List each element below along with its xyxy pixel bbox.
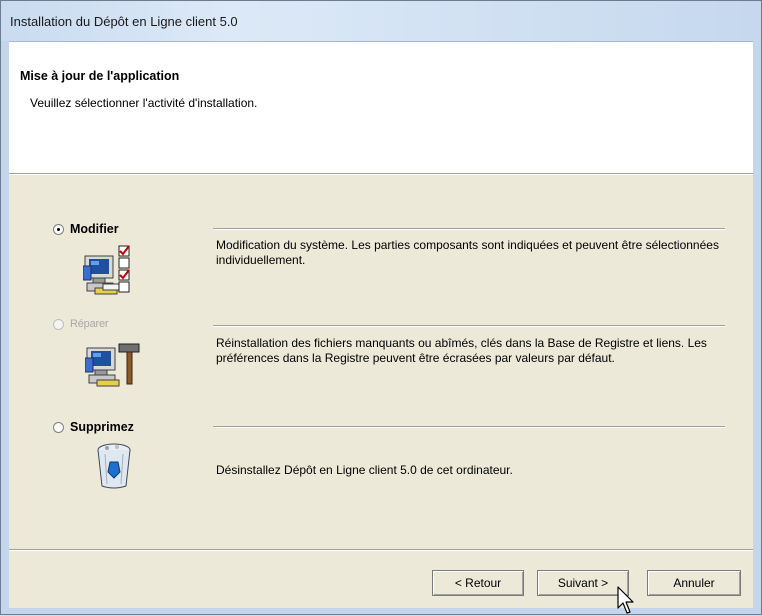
modify-description: Modification du système. Les parties com…: [216, 238, 719, 267]
modify-radio[interactable]: [53, 223, 64, 235]
banner-separator: [9, 174, 753, 175]
cancel-button[interactable]: Annuler: [647, 570, 741, 596]
title-bar[interactable]: Installation du Dépôt en Ligne client 5.…: [1, 1, 761, 41]
remove-description: Désinstallez Dépôt en Ligne client 5.0 d…: [216, 463, 513, 477]
repair-radio[interactable]: [53, 318, 64, 330]
mouse-pointer-icon: [617, 586, 634, 614]
remove-radio[interactable]: [53, 421, 64, 433]
repair-option[interactable]: Réparer: [53, 318, 109, 330]
back-button[interactable]: < Retour: [432, 570, 524, 596]
remove-divider: [213, 426, 725, 428]
page-subtitle: Veuillez sélectionner l'activité d'insta…: [30, 96, 258, 110]
repair-description: Réinstallation des fichiers manquants ou…: [216, 336, 707, 365]
modify-computer-checklist-icon: [83, 245, 130, 295]
remove-option[interactable]: Supprimez: [53, 420, 134, 434]
repair-computer-hammer-icon: [85, 343, 140, 387]
next-button[interactable]: Suivant >: [537, 570, 629, 596]
modify-label: Modifier: [70, 222, 119, 236]
dialog-client-area: Mise à jour de l'application Veuillez sé…: [9, 41, 753, 608]
page-title: Mise à jour de l'application: [20, 69, 180, 83]
footer-separator: [9, 549, 753, 551]
installer-window: Installation du Dépôt en Ligne client 5.…: [0, 0, 762, 615]
modify-divider: [213, 228, 725, 230]
remove-label: Supprimez: [70, 420, 134, 434]
repair-label: Réparer: [70, 318, 109, 330]
header-banner: Mise à jour de l'application Veuillez sé…: [9, 42, 753, 174]
modify-option[interactable]: Modifier: [53, 222, 119, 236]
window-title: Installation du Dépôt en Ligne client 5.…: [10, 14, 238, 29]
recycle-bin-icon: [97, 443, 131, 489]
repair-divider: [213, 325, 725, 327]
